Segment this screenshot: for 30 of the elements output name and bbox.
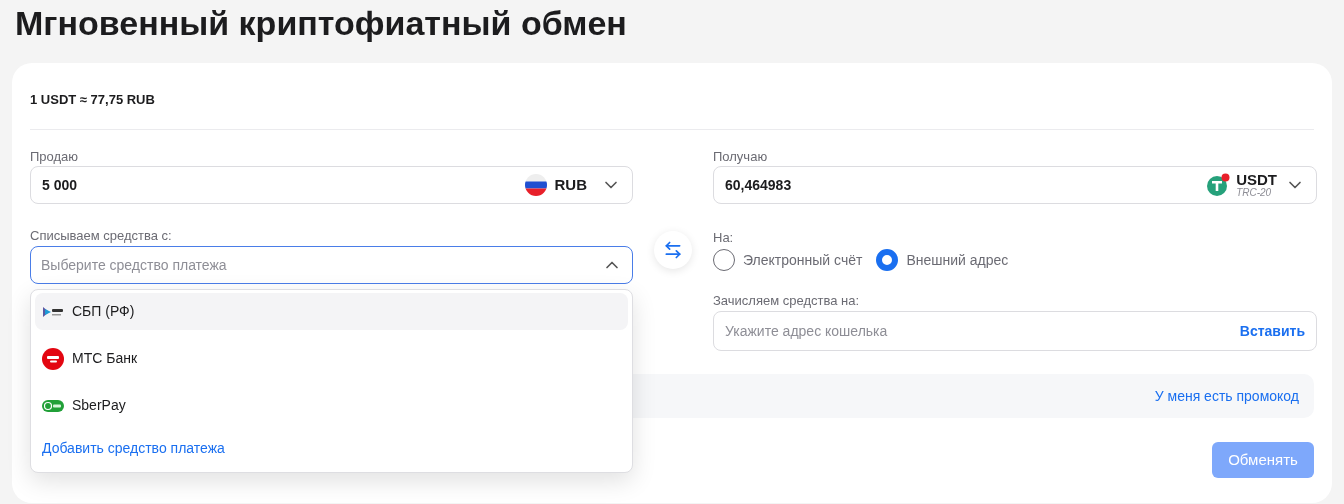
- field-label: Списываем средства с:: [30, 228, 172, 243]
- swap-button[interactable]: [654, 231, 692, 269]
- flag-icon: [524, 174, 547, 196]
- radio-button[interactable]: [876, 249, 899, 271]
- field-label: Получаю: [713, 149, 768, 164]
- payment-logo-icon: [42, 399, 64, 412]
- payment-logo-icon: [42, 347, 64, 370]
- paste-button[interactable]: Вставить: [1239, 320, 1305, 342]
- payment-method-option[interactable]: СБП (РФ): [35, 293, 628, 330]
- payment-method-option[interactable]: МТС Банк: [35, 340, 628, 377]
- currency-label: USDT: [1236, 172, 1277, 187]
- payment-logo-icon: [42, 304, 64, 319]
- field-label: Зачисляем средства на:: [713, 293, 860, 308]
- swap-icon: [663, 240, 683, 260]
- tether-coin-icon: [1206, 173, 1231, 197]
- amount-field[interactable]: 5 000 RUB: [30, 166, 633, 204]
- radio-label: Электронный счёт: [743, 250, 863, 270]
- exchange-rate: 1 USDT ≈ 77,75 RUB: [30, 92, 155, 107]
- radio-label: Внешний адрес: [906, 250, 1009, 270]
- currency-label: RUB: [554, 174, 587, 195]
- payment-method-select[interactable]: Выберите средство платежа: [30, 246, 633, 284]
- field-label: Продаю: [30, 149, 79, 164]
- field-label: На:: [713, 230, 734, 245]
- page-title: Мгновенный криптофиатный обмен: [14, 3, 628, 44]
- payment-method-option[interactable]: SberPay: [35, 387, 628, 424]
- amount-field[interactable]: 60,464983 USDT TRC-20: [713, 166, 1317, 204]
- network-label: TRC-20: [1236, 188, 1273, 198]
- add-payment-method-link[interactable]: Добавить средство платежа: [42, 440, 225, 456]
- wallet-address-field[interactable]: Укажите адрес кошелька Вставить: [713, 311, 1317, 351]
- promo-code-link[interactable]: У меня есть промокод: [1154, 385, 1299, 407]
